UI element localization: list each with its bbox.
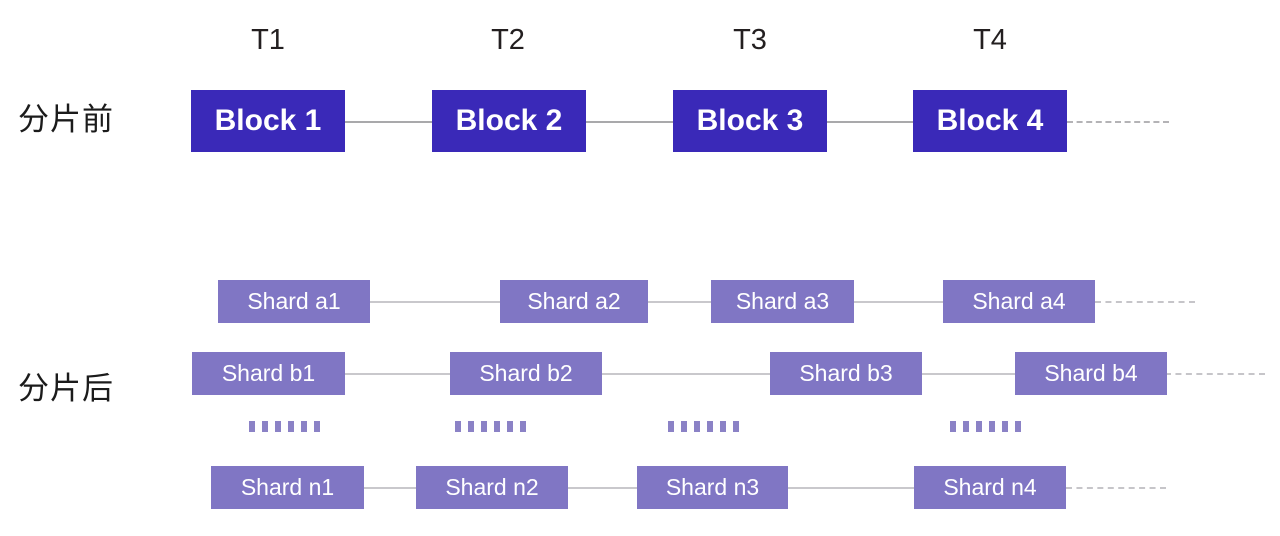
- node-shard-n4[interactable]: Shard n4: [914, 466, 1066, 509]
- node-shard-b1[interactable]: Shard b1: [192, 352, 345, 395]
- node-shard-a3[interactable]: Shard a3: [711, 280, 854, 323]
- tick-label-t4: T4: [973, 24, 1007, 56]
- shard-a-link-2-3: [646, 301, 713, 303]
- node-shard-n2[interactable]: Shard n2: [416, 466, 568, 509]
- node-shard-a1[interactable]: Shard a1: [218, 280, 370, 323]
- shard-a-link-trailing-dashed: [1095, 301, 1195, 303]
- node-shard-a2[interactable]: Shard a2: [500, 280, 648, 323]
- ellipsis-dot: [1002, 421, 1008, 432]
- ellipsis-dot: [950, 421, 956, 432]
- node-shard-a4[interactable]: Shard a4: [943, 280, 1095, 323]
- diagram-canvas: T1 T2 T3 T4 分片前 分片后 Block 1 Block 2 Bloc…: [0, 0, 1280, 536]
- row-label-before-sharding: 分片前: [18, 102, 114, 138]
- ellipsis-dot: [976, 421, 982, 432]
- ellipsis-dot: [455, 421, 461, 432]
- node-shard-n3[interactable]: Shard n3: [637, 466, 788, 509]
- shard-n-link-2-3: [566, 487, 639, 489]
- tick-label-t3: T3: [733, 24, 767, 56]
- block-link-trailing-dashed: [1067, 121, 1169, 123]
- ellipsis-dot: [494, 421, 500, 432]
- ellipsis-dot: [468, 421, 474, 432]
- ellipsis-dot: [262, 421, 268, 432]
- ellipsis-group-3: [668, 421, 739, 432]
- ellipsis-dot: [275, 421, 281, 432]
- ellipsis-dot: [507, 421, 513, 432]
- shard-b-link-trailing-dashed: [1165, 373, 1265, 375]
- shard-n-link-1-2: [362, 487, 418, 489]
- node-shard-b4[interactable]: Shard b4: [1015, 352, 1167, 395]
- shard-b-link-3-4: [920, 373, 1017, 375]
- tick-label-t2: T2: [491, 24, 525, 56]
- ellipsis-dot: [681, 421, 687, 432]
- ellipsis-dot: [733, 421, 739, 432]
- ellipsis-dot: [707, 421, 713, 432]
- block-link-2-3: [584, 121, 675, 123]
- node-block-1[interactable]: Block 1: [191, 90, 345, 152]
- ellipsis-dot: [694, 421, 700, 432]
- shard-a-link-3-4: [852, 301, 945, 303]
- ellipsis-group-2: [455, 421, 526, 432]
- row-label-after-sharding: 分片后: [18, 371, 114, 407]
- shard-b-link-2-3: [600, 373, 772, 375]
- node-block-3[interactable]: Block 3: [673, 90, 827, 152]
- ellipsis-dot: [963, 421, 969, 432]
- tick-label-t1: T1: [251, 24, 285, 56]
- ellipsis-dot: [520, 421, 526, 432]
- ellipsis-dot: [1015, 421, 1021, 432]
- ellipsis-dot: [288, 421, 294, 432]
- node-shard-b2[interactable]: Shard b2: [450, 352, 602, 395]
- ellipsis-dot: [668, 421, 674, 432]
- node-block-2[interactable]: Block 2: [432, 90, 586, 152]
- block-link-3-4: [825, 121, 915, 123]
- ellipsis-group-4: [950, 421, 1021, 432]
- shard-n-link-trailing-dashed: [1066, 487, 1166, 489]
- shard-n-link-3-4: [786, 487, 916, 489]
- ellipsis-dot: [249, 421, 255, 432]
- ellipsis-dot: [301, 421, 307, 432]
- node-shard-b3[interactable]: Shard b3: [770, 352, 922, 395]
- ellipsis-dot: [314, 421, 320, 432]
- shard-b-link-1-2: [343, 373, 452, 375]
- node-block-4[interactable]: Block 4: [913, 90, 1067, 152]
- ellipsis-group-1: [249, 421, 320, 432]
- shard-a-link-1-2: [368, 301, 502, 303]
- ellipsis-dot: [720, 421, 726, 432]
- block-link-1-2: [343, 121, 434, 123]
- ellipsis-dot: [481, 421, 487, 432]
- node-shard-n1[interactable]: Shard n1: [211, 466, 364, 509]
- ellipsis-dot: [989, 421, 995, 432]
